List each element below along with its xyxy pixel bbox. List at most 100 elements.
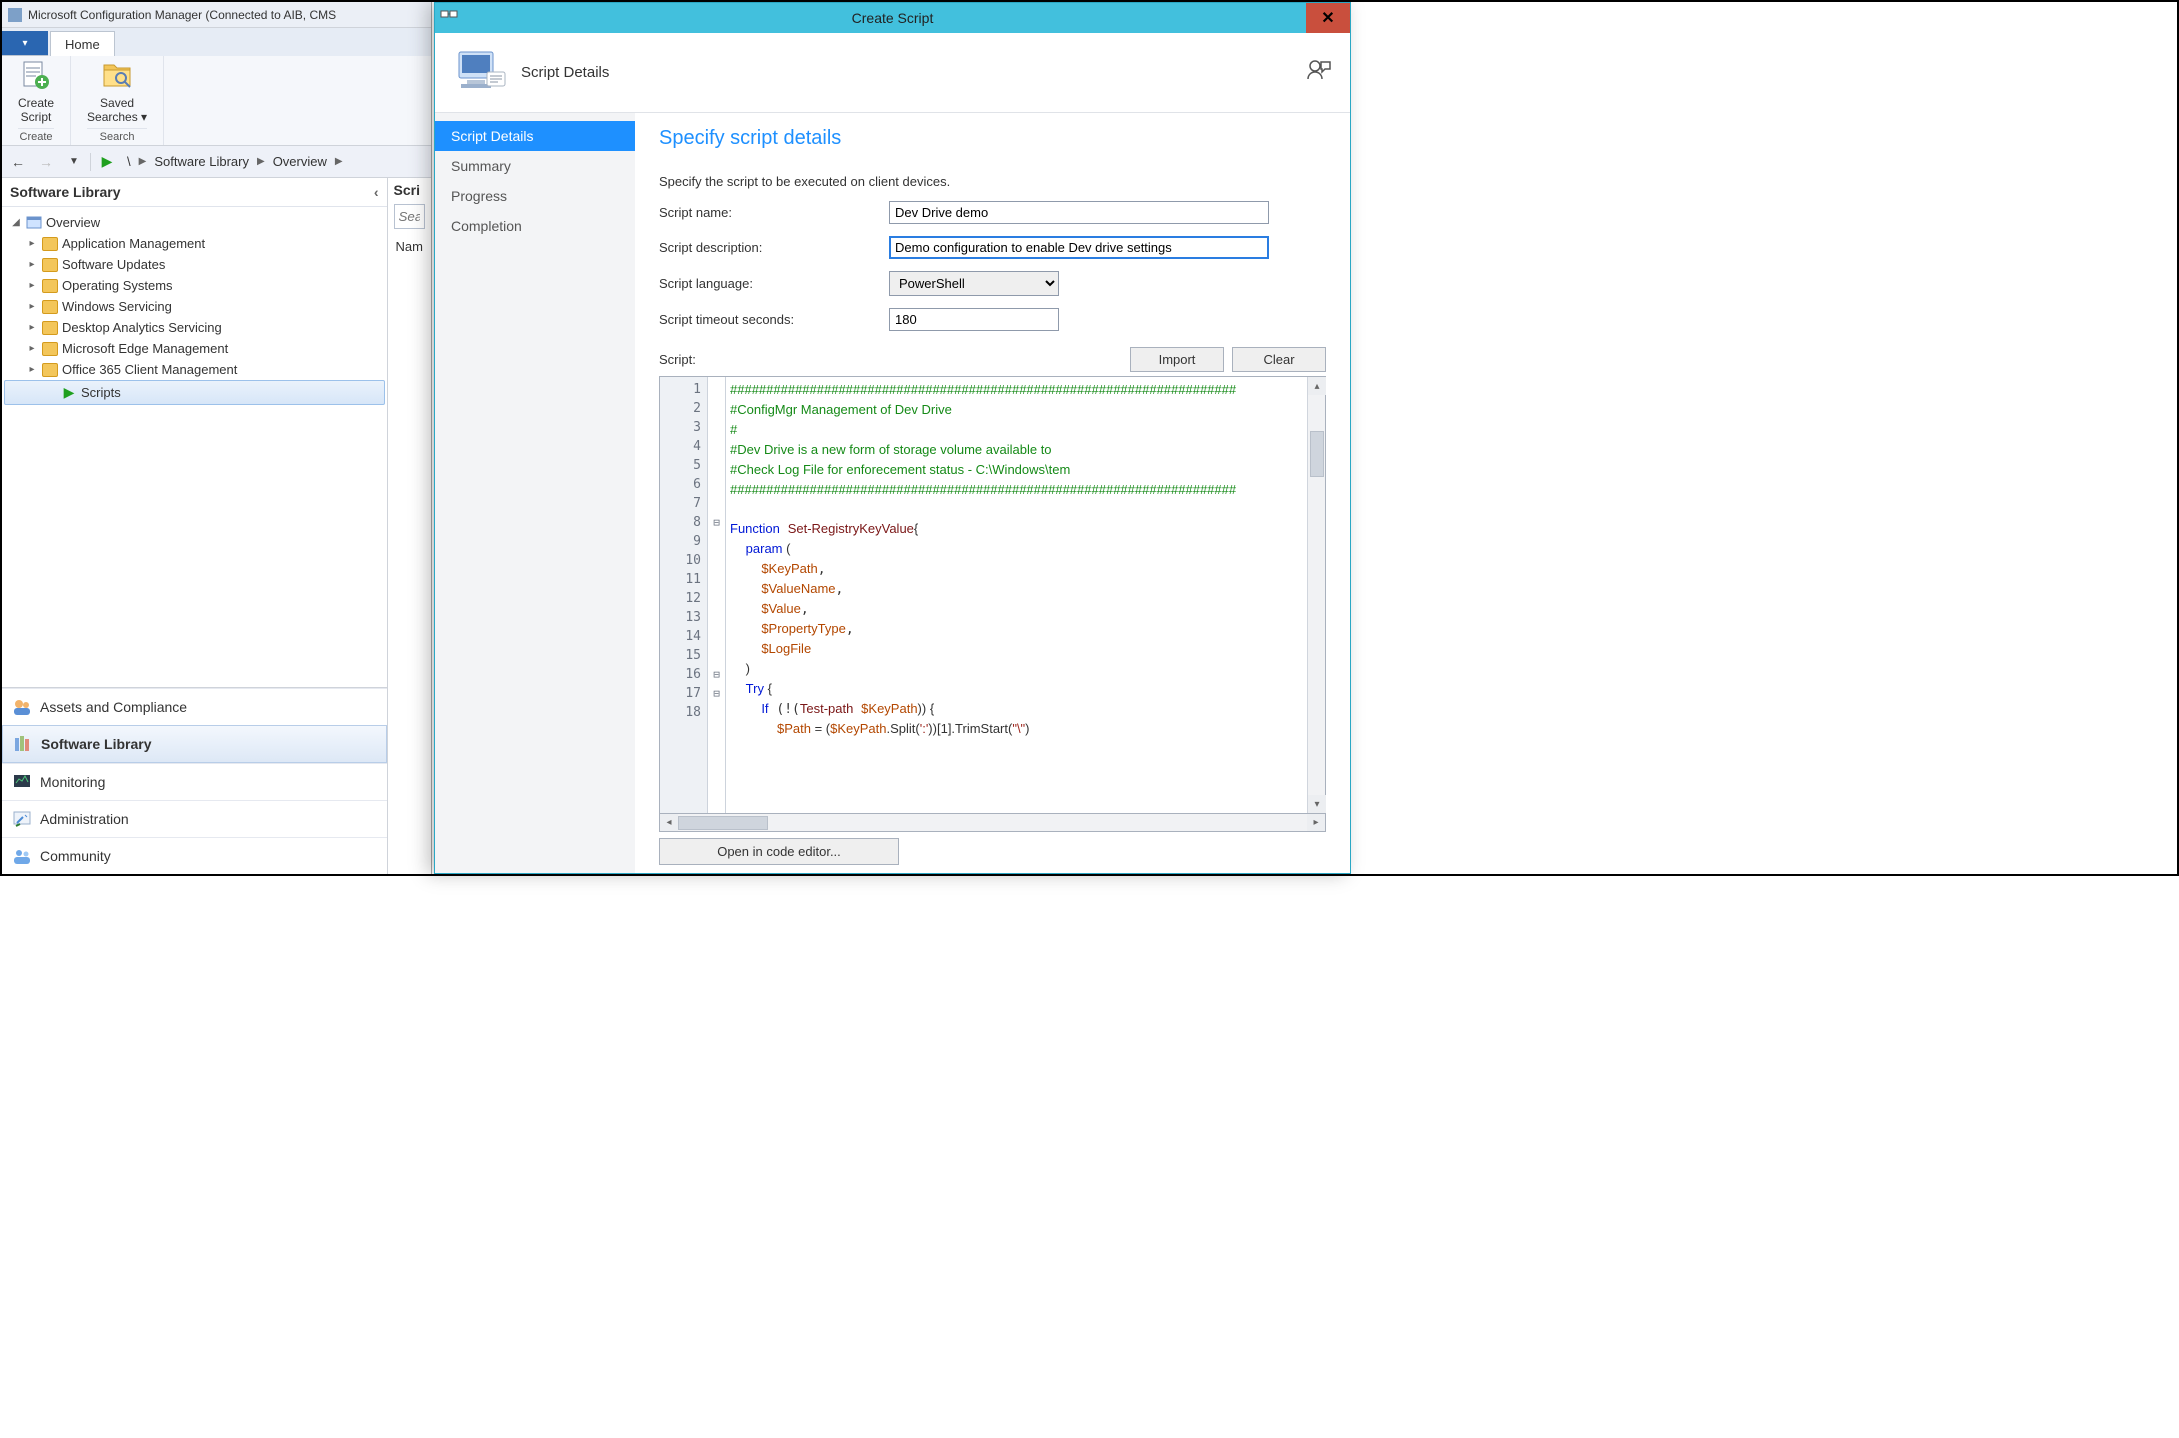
crumb-sep-3: ▶ [335, 156, 343, 167]
scroll-right-icon[interactable]: ▸ [1307, 814, 1325, 831]
close-button[interactable]: ✕ [1306, 3, 1350, 33]
wunder-monitoring[interactable]: Monitoring [2, 763, 387, 800]
nav-forward-button[interactable]: → [34, 150, 58, 174]
tree-node[interactable]: ▸ Application Management [4, 233, 385, 254]
wizard-header-title: Script Details [521, 64, 609, 81]
label-script-description: Script description: [659, 240, 889, 255]
tab-home[interactable]: Home [50, 31, 115, 56]
expand-icon[interactable]: ▸ [26, 259, 38, 270]
create-script-icon [20, 60, 52, 92]
list-pane: Scri Nam [388, 178, 431, 874]
wunder-label: Community [40, 848, 111, 864]
file-menu-button[interactable] [2, 31, 48, 56]
nav-root-icon[interactable]: ▶ [95, 150, 119, 174]
step-progress[interactable]: Progress [435, 181, 635, 211]
assets-icon [12, 697, 32, 717]
wunder-assets[interactable]: Assets and Compliance [2, 688, 387, 725]
nav-tree[interactable]: ◢ Overview ▸ Application Management ▸Soft… [2, 207, 387, 687]
folder-icon [42, 300, 58, 314]
tree-label: Operating Systems [62, 278, 173, 293]
wunder-software-library[interactable]: Software Library [2, 725, 387, 763]
nav-tree-header: Software Library ‹ [2, 178, 387, 207]
tree-label: Office 365 Client Management [62, 362, 237, 377]
tree-node[interactable]: ▸Windows Servicing [4, 296, 385, 317]
breadcrumb-bar: ← → ▼ ▶ \ ▶ Software Library ▶ Overview … [2, 146, 431, 178]
tree-label: Desktop Analytics Servicing [62, 320, 222, 335]
feedback-icon[interactable] [1306, 59, 1332, 87]
script-language-select[interactable]: PowerShell [889, 271, 1059, 296]
script-description-input[interactable] [889, 236, 1269, 259]
editor-fold-column[interactable]: ⊟ ⊟ ⊟ [708, 377, 726, 813]
scroll-up-icon[interactable]: ▴ [1308, 377, 1326, 395]
ribbon-tabbar: Home [2, 28, 431, 56]
editor-vscrollbar[interactable]: ▴ ▾ [1307, 377, 1325, 813]
crumb-root[interactable]: \ [123, 154, 135, 169]
nav-history-button[interactable]: ▼ [62, 150, 86, 174]
label-script-name: Script name: [659, 205, 889, 220]
wizard-content: Specify script details Specify the scrip… [635, 113, 1350, 873]
folder-icon [42, 237, 58, 251]
script-editor[interactable]: 1 2 3 4 5 6 7 8 9 10 11 12 13 14 15 16 1… [659, 376, 1326, 814]
tree-node-overview[interactable]: ◢ Overview [4, 211, 385, 233]
ribbon-group-create-caption: Create [18, 128, 54, 143]
expand-icon[interactable]: ▸ [26, 322, 38, 333]
expand-icon[interactable]: ▸ [26, 343, 38, 354]
crumb-software-library[interactable]: Software Library [150, 154, 253, 169]
expand-icon[interactable]: ▸ [26, 280, 38, 291]
search-input[interactable] [394, 204, 425, 229]
tree-label: Application Management [62, 236, 205, 251]
scroll-down-icon[interactable]: ▾ [1308, 795, 1326, 813]
expand-icon[interactable]: ▸ [26, 364, 38, 375]
editor-code[interactable]: ########################################… [726, 377, 1307, 813]
folder-icon [42, 342, 58, 356]
tree-node[interactable]: ▸ Desktop Analytics Servicing [4, 317, 385, 338]
community-icon [12, 846, 32, 866]
collapse-pane-icon[interactable]: ‹ [374, 184, 379, 200]
dialog-title: Create Script [852, 10, 934, 26]
nav-separator [90, 153, 91, 171]
tree-node[interactable]: ▸ Office 365 Client Management [4, 359, 385, 380]
clear-button[interactable]: Clear [1232, 347, 1326, 372]
editor-hscrollbar[interactable]: ◂ ▸ [659, 814, 1326, 832]
tree-node-scripts[interactable]: ▶Scripts [4, 380, 385, 405]
wunder-label: Monitoring [40, 774, 105, 790]
scroll-left-icon[interactable]: ◂ [660, 814, 678, 831]
tree-node[interactable]: ▸Software Updates [4, 254, 385, 275]
tree-label-overview: Overview [46, 215, 100, 230]
script-timeout-input[interactable] [889, 308, 1059, 331]
tree-label-scripts: Scripts [81, 385, 121, 400]
crumb-sep-2: ▶ [257, 156, 265, 167]
expand-icon[interactable]: ▸ [26, 238, 38, 249]
wunder-label: Assets and Compliance [40, 699, 187, 715]
dialog-titlebar[interactable]: Create Script ✕ [435, 3, 1350, 33]
step-summary[interactable]: Summary [435, 151, 635, 181]
tree-node[interactable]: ▸ Operating Systems [4, 275, 385, 296]
scroll-thumb[interactable] [1310, 431, 1324, 477]
crumb-overview[interactable]: Overview [269, 154, 331, 169]
wunder-label: Administration [40, 811, 129, 827]
tree-node[interactable]: ▸ Microsoft Edge Management [4, 338, 385, 359]
import-button[interactable]: Import [1130, 347, 1224, 372]
folder-icon [42, 279, 58, 293]
wizard-steps: Script Details Summary Progress Completi… [435, 113, 635, 873]
wunder-administration[interactable]: Administration [2, 800, 387, 837]
open-in-code-editor-button[interactable]: Open in code editor... [659, 838, 899, 865]
saved-searches-button[interactable]: Saved Searches ▾ [87, 96, 147, 124]
wunder-label: Software Library [41, 736, 151, 752]
wunder-community[interactable]: Community [2, 837, 387, 874]
folder-icon [42, 258, 58, 272]
expand-icon[interactable]: ▸ [26, 301, 38, 312]
configmgr-title-text: Microsoft Configuration Manager (Connect… [28, 8, 336, 22]
nav-back-button[interactable]: ← [6, 150, 30, 174]
step-script-details[interactable]: Script Details [435, 121, 635, 151]
dialog-system-icon[interactable] [439, 7, 459, 27]
nav-tree-pane: Software Library ‹ ◢ Overview ▸ Applicati… [2, 178, 388, 874]
script-name-input[interactable] [889, 201, 1269, 224]
hscroll-thumb[interactable] [678, 816, 768, 830]
column-header-name[interactable]: Nam [394, 235, 425, 258]
tree-label: Microsoft Edge Management [62, 341, 228, 356]
create-script-button[interactable]: Create Script [18, 96, 54, 124]
step-completion[interactable]: Completion [435, 211, 635, 241]
expand-icon[interactable]: ◢ [10, 217, 22, 228]
ribbon: Create Script Create Saved Searches ▾ Se… [2, 56, 431, 146]
